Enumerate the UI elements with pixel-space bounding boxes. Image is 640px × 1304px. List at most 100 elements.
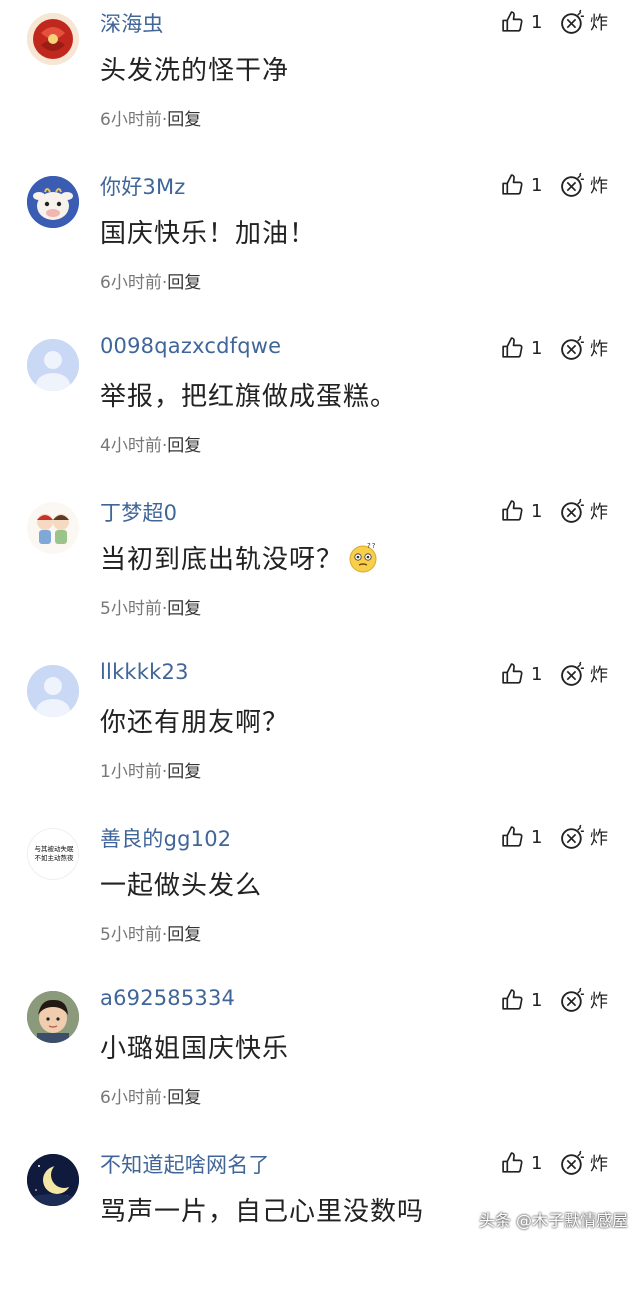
comment-text: 你还有朋友啊？ [100, 708, 290, 738]
cartoon-couple-avatar-image [27, 502, 79, 554]
bomb-label: 炸 [590, 991, 608, 1012]
like-button[interactable]: 1 [500, 824, 542, 850]
default-avatar-image [27, 339, 79, 391]
bomb-label: 炸 [590, 176, 608, 197]
comment-text: 骂声一片，自己心里没数吗 [100, 1197, 425, 1227]
bomb-button[interactable]: 炸 [560, 498, 608, 524]
like-count: 1 [531, 663, 543, 685]
bomb-button[interactable]: 炸 [560, 987, 608, 1013]
like-button[interactable]: 1 [500, 661, 542, 687]
like-count: 1 [531, 500, 543, 522]
comment-text: 一起做头发么 [100, 871, 263, 901]
comment-meta: 1小时前·回复 [100, 757, 201, 782]
reply-button[interactable]: 回复 [167, 273, 201, 293]
thumbs-up-icon [502, 173, 523, 195]
avatar[interactable] [27, 176, 79, 228]
thumbs-up-icon [502, 662, 523, 684]
avatar[interactable] [27, 13, 79, 65]
comment-meta: 5小时前·回复 [100, 594, 201, 619]
comment-meta: 6小时前·回复 [100, 268, 201, 293]
bomb-label: 炸 [590, 1154, 608, 1175]
like-count: 1 [531, 174, 543, 196]
bomb-button[interactable]: 炸 [560, 1150, 608, 1176]
like-button[interactable]: 1 [500, 498, 542, 524]
avatar[interactable]: 与其被动失眠 不如主动熬夜 [27, 828, 79, 880]
comment-meta: 6小时前·回复 [100, 105, 201, 130]
bomb-icon [561, 498, 584, 523]
like-button[interactable]: 1 [500, 1150, 542, 1176]
comment-text: 国庆快乐！加油！ [100, 219, 317, 249]
bomb-icon [561, 335, 584, 360]
bomb-label: 炸 [590, 665, 608, 686]
username[interactable]: a692585334 [100, 986, 235, 1010]
comment-item: 深海虫 头发洗的怪干净 6小时前·回复 1 炸 [0, 0, 640, 163]
reply-button[interactable]: 回复 [167, 599, 201, 619]
comment-text-body: 当初到底出轨没呀？ [100, 545, 344, 575]
default-avatar-image [27, 665, 79, 717]
thumbs-up-icon [502, 1151, 523, 1173]
thumbs-up-icon [502, 10, 523, 32]
username[interactable]: 你好3Mz [100, 171, 186, 201]
timestamp: 1小时前 [100, 762, 162, 782]
comment-meta: 4小时前·回复 [100, 431, 201, 456]
thumbs-up-icon [502, 336, 523, 358]
avatar[interactable] [27, 665, 79, 717]
timestamp: 6小时前 [100, 110, 162, 130]
thumbs-up-icon [502, 499, 523, 521]
reply-button[interactable]: 回复 [167, 436, 201, 456]
comment-text: 当初到底出轨没呀？?? [100, 539, 379, 577]
moon-avatar-image [27, 1154, 79, 1206]
cartoon-cow-avatar-image [27, 176, 79, 228]
bomb-icon [561, 824, 584, 849]
reply-button[interactable]: 回复 [167, 762, 201, 782]
timestamp: 5小时前 [100, 599, 162, 619]
bomb-icon [561, 1150, 584, 1175]
bomb-label: 炸 [590, 339, 608, 360]
text-avatar-image: 与其被动失眠 不如主动熬夜 [28, 829, 78, 879]
reply-button[interactable]: 回复 [167, 110, 201, 130]
like-count: 1 [531, 989, 543, 1011]
bomb-icon [561, 661, 584, 686]
comment-item: llkkkk23 你还有朋友啊？ 1小时前·回复 1 炸 [0, 652, 640, 815]
red-knot-avatar-image [27, 13, 79, 65]
avatar[interactable] [27, 1154, 79, 1206]
bomb-label: 炸 [590, 502, 608, 523]
avatar[interactable] [27, 991, 79, 1043]
bomb-button[interactable]: 炸 [560, 824, 608, 850]
bomb-button[interactable]: 炸 [560, 661, 608, 687]
child-photo-avatar-image [27, 991, 79, 1043]
bomb-button[interactable]: 炸 [560, 9, 608, 35]
reply-button[interactable]: 回复 [167, 1088, 201, 1108]
avatar[interactable] [27, 502, 79, 554]
avatar[interactable] [27, 339, 79, 391]
username[interactable]: 善良的gg102 [100, 823, 231, 853]
comment-item: 0098qazxcdfqwe 举报，把红旗做成蛋糕。 4小时前·回复 1 炸 [0, 326, 640, 489]
like-button[interactable]: 1 [500, 9, 542, 35]
like-button[interactable]: 1 [500, 987, 542, 1013]
comment-text: 头发洗的怪干净 [100, 56, 290, 86]
bomb-icon [561, 9, 584, 34]
comment-text: 举报，把红旗做成蛋糕。 [100, 382, 398, 412]
like-count: 1 [531, 1152, 543, 1174]
comment-meta: 5小时前·回复 [100, 920, 201, 945]
username[interactable]: llkkkk23 [100, 660, 189, 684]
username[interactable]: 深海虫 [100, 8, 164, 38]
bomb-button[interactable]: 炸 [560, 172, 608, 198]
comment-item: a692585334 小璐姐国庆快乐 6小时前·回复 1 炸 [0, 978, 640, 1141]
thumbs-up-icon [502, 825, 523, 847]
bomb-button[interactable]: 炸 [560, 335, 608, 361]
timestamp: 5小时前 [100, 925, 162, 945]
like-count: 1 [531, 337, 543, 359]
username[interactable]: 0098qazxcdfqwe [100, 334, 281, 358]
reply-button[interactable]: 回复 [167, 925, 201, 945]
comment-item: 你好3Mz 国庆快乐！加油！ 6小时前·回复 1 炸 [0, 163, 640, 326]
username[interactable]: 丁梦超0 [100, 497, 177, 527]
like-count: 1 [531, 826, 543, 848]
username[interactable]: 不知道起啥网名了 [100, 1149, 270, 1179]
avatar-text-line-1: 与其被动失眠 [35, 844, 75, 853]
comment-item: 丁梦超0 当初到底出轨没呀？?? 5小时前·回复 1 炸 [0, 489, 640, 652]
like-button[interactable]: 1 [500, 172, 542, 198]
like-button[interactable]: 1 [500, 335, 542, 361]
comment-item: 与其被动失眠 不如主动熬夜 善良的gg102 一起做头发么 5小时前·回复 1 … [0, 815, 640, 978]
timestamp: 6小时前 [100, 273, 162, 293]
